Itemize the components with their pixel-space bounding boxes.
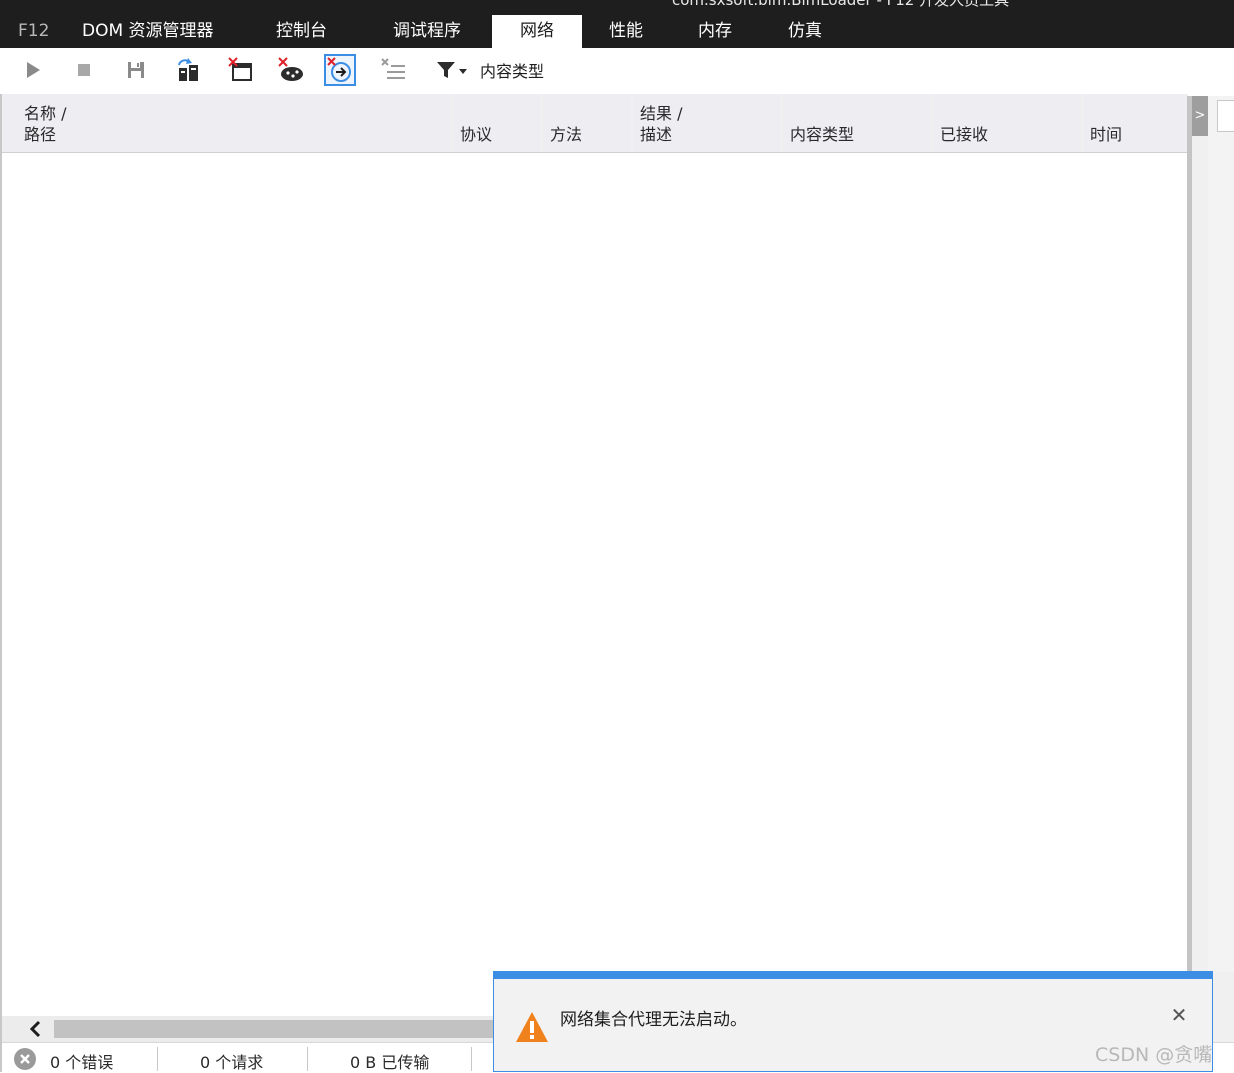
refresh-server-icon xyxy=(178,58,198,81)
details-tab[interactable] xyxy=(1217,100,1234,132)
clear-session-button[interactable] xyxy=(380,56,408,84)
window-title: com.sxsoft.bim.BimLoader - F12 开发人员工具 xyxy=(672,0,1010,9)
column-header-time[interactable]: 时间 xyxy=(1083,94,1188,152)
collapse-details-button[interactable]: > xyxy=(1192,96,1208,136)
close-notification-button[interactable]: ✕ xyxy=(1166,1002,1192,1028)
filter-icon xyxy=(437,62,467,78)
tab-performance[interactable]: 性能 xyxy=(609,15,643,48)
network-request-list[interactable] xyxy=(2,153,1188,1016)
clear-on-navigate-icon xyxy=(327,57,351,82)
stop-profiling-button[interactable] xyxy=(70,56,98,84)
tab-console[interactable]: 控制台 xyxy=(276,15,327,48)
start-profiling-button[interactable] xyxy=(19,56,47,84)
column-label: 协议 xyxy=(460,125,493,144)
column-label: 已接收 xyxy=(940,125,989,144)
close-icon: ✕ xyxy=(1170,1003,1188,1027)
network-toolbar: 内容类型 xyxy=(0,48,1234,94)
devtools-tab-bar: com.sxsoft.bim.BimLoader - F12 开发人员工具 F1… xyxy=(0,0,1234,48)
status-divider xyxy=(157,1047,158,1071)
bytes-transferred: 0 B 已传输 xyxy=(350,1053,430,1072)
column-label-line2: 描述 xyxy=(640,125,673,144)
notification-accent-bar xyxy=(494,972,1212,979)
play-icon xyxy=(27,62,40,78)
always-refresh-from-server-button[interactable] xyxy=(174,56,202,84)
notification-message: 网络集合代理无法启动。 xyxy=(560,1010,747,1030)
column-label: 方法 xyxy=(550,125,583,144)
column-header-received[interactable]: 已接收 xyxy=(933,94,1081,152)
tab-dom-explorer[interactable]: DOM 资源管理器 xyxy=(82,15,214,48)
warning-icon xyxy=(516,1012,548,1042)
tab-network[interactable]: 网络 xyxy=(492,15,582,48)
error-icon[interactable] xyxy=(13,1047,37,1071)
content-type-filter-button[interactable] xyxy=(434,56,470,84)
clear-entries-icon xyxy=(228,57,252,81)
chevron-right-icon: > xyxy=(1194,108,1206,123)
column-header-protocol[interactable]: 协议 xyxy=(453,94,541,152)
request-count: 0 个请求 xyxy=(200,1053,264,1072)
column-label: 时间 xyxy=(1090,125,1123,144)
content-type-filter-label[interactable]: 内容类型 xyxy=(480,58,544,82)
clear-cache-icon xyxy=(278,57,303,81)
clear-entries-on-navigate-button[interactable] xyxy=(227,56,255,84)
clear-on-navigate-toggle[interactable] xyxy=(324,54,356,86)
scroll-left-button[interactable] xyxy=(22,1019,48,1039)
tab-f12: F12 xyxy=(18,21,50,41)
watermark-text: CSDN @贪嘴 xyxy=(1095,1044,1213,1066)
details-pane-strip xyxy=(1208,96,1234,972)
column-header-method[interactable]: 方法 xyxy=(543,94,631,152)
error-count[interactable]: 0 个错误 xyxy=(50,1049,113,1073)
tab-emulation[interactable]: 仿真 xyxy=(788,15,822,48)
chevron-left-icon xyxy=(29,1020,41,1038)
stop-icon xyxy=(78,64,90,76)
column-header-result-description[interactable]: 结果 / 描述 xyxy=(633,94,781,152)
export-har-button[interactable] xyxy=(122,56,150,84)
clear-browser-cache-button[interactable] xyxy=(277,56,305,84)
status-divider xyxy=(471,1047,472,1071)
scrollbar-thumb[interactable] xyxy=(54,1020,514,1038)
pane-splitter[interactable] xyxy=(1187,96,1192,972)
status-divider xyxy=(307,1047,308,1071)
column-header-name-path[interactable]: 名称 / 路径 xyxy=(2,94,451,152)
save-icon xyxy=(128,62,144,78)
tab-debugger[interactable]: 调试程序 xyxy=(393,15,461,48)
network-grid-header: 名称 / 路径 协议 方法 结果 / 描述 内容类型 已接收 时间 xyxy=(2,94,1188,153)
column-header-content-type[interactable]: 内容类型 xyxy=(783,94,931,152)
clear-list-icon xyxy=(381,58,405,79)
column-label: 内容类型 xyxy=(790,125,855,144)
tab-memory[interactable]: 内存 xyxy=(698,15,732,48)
column-label-line2: 路径 xyxy=(24,125,57,144)
